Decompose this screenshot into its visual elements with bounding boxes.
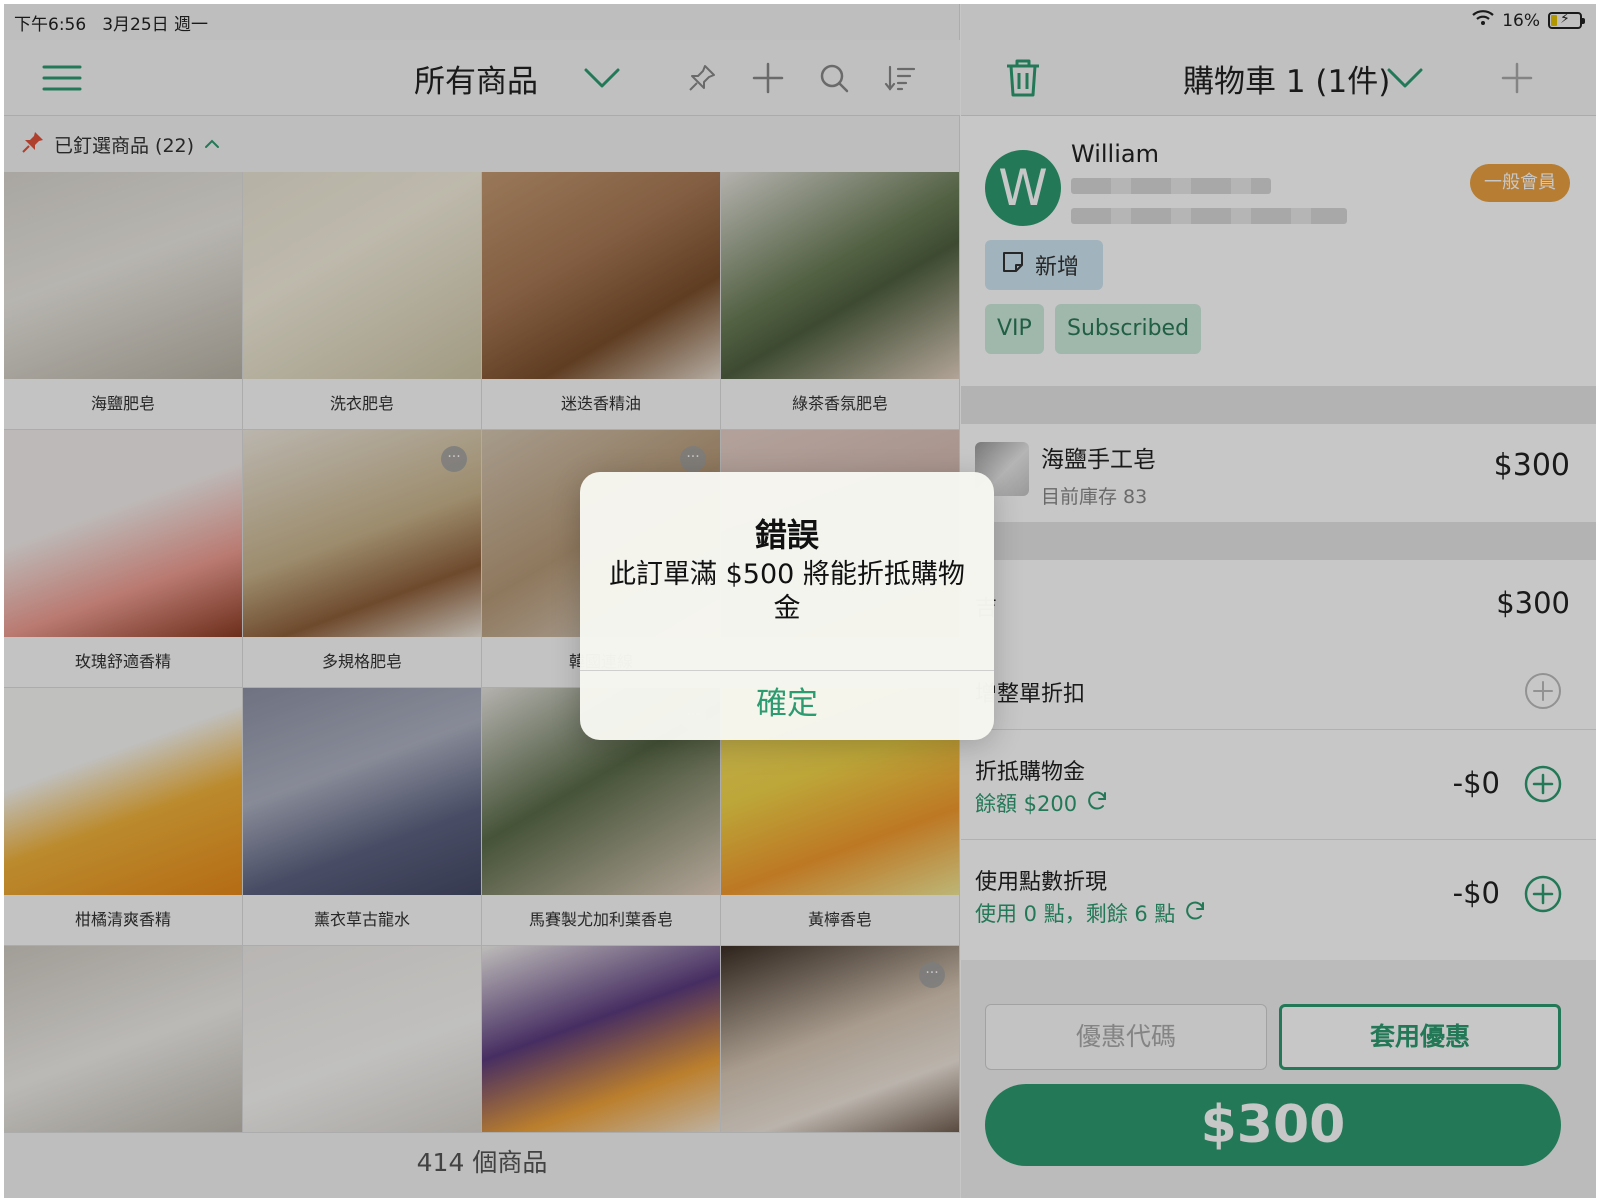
alert-title: 錯誤 — [754, 516, 819, 554]
alert-confirm-button[interactable]: 確定 — [580, 671, 994, 740]
alert-message: 此訂單滿 $500 將能折抵購物金 — [609, 559, 965, 624]
error-alert: 錯誤 此訂單滿 $500 將能折抵購物金 確定 — [580, 472, 994, 740]
ipad-screen: 所有商品 已釘選商品 (22) 海鹽肥皂 洗衣肥皂 迷迭香精油 綠茶香氛肥皂 玫… — [4, 4, 1596, 1198]
